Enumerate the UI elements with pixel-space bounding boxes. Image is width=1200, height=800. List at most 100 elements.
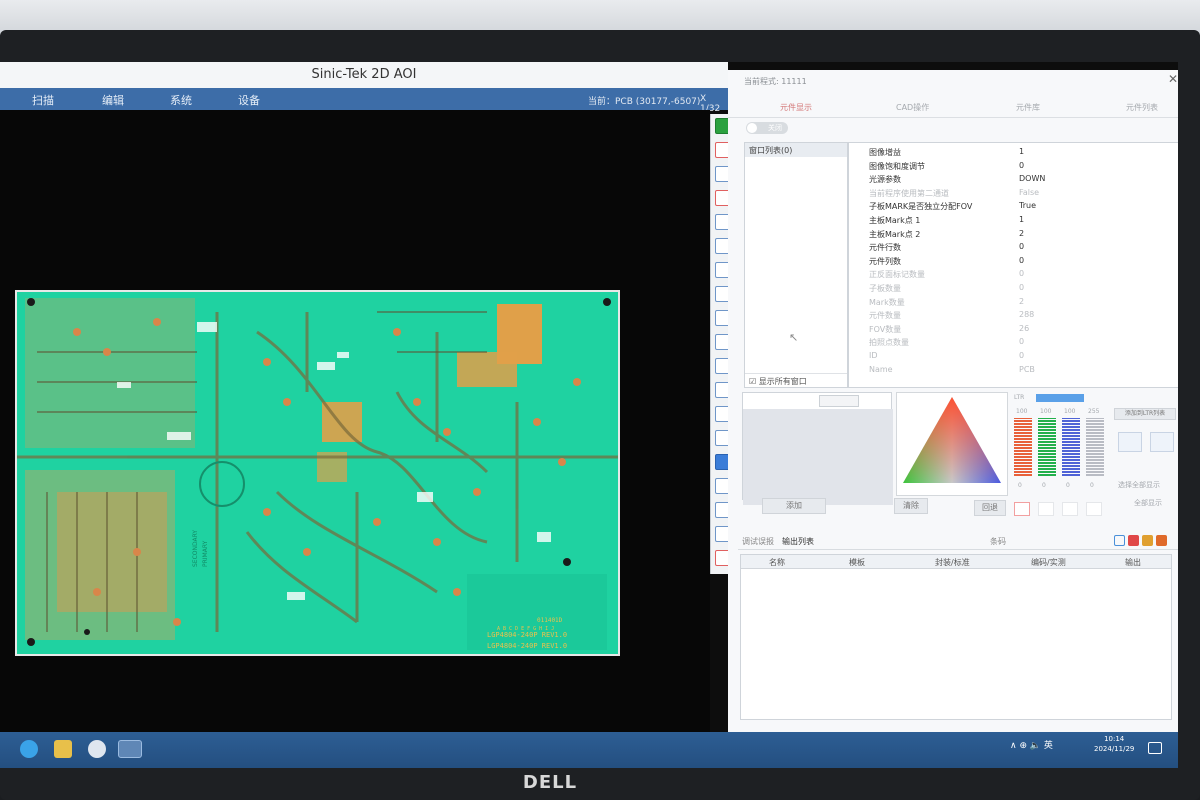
menu-device[interactable]: 设备: [238, 92, 260, 108]
menu-bar: 扫描 编辑 系统 设备 当前：PCB (30177,-6507) X 1/32: [0, 88, 728, 114]
tab-component-list[interactable]: 元件列表: [1126, 102, 1158, 113]
taskbar-clock[interactable]: 10:14 2024/11/29: [1094, 734, 1134, 754]
preview-area: [743, 409, 893, 505]
scale-green: 100: [1040, 408, 1052, 415]
window-title: Sinic-Tek 2D AOI: [0, 62, 728, 88]
property-row[interactable]: Name PCB: [869, 365, 1169, 378]
property-key: 元件行数: [869, 243, 901, 253]
magnifier-icon[interactable]: [1150, 432, 1174, 452]
aoi-app-taskbar-icon[interactable]: [118, 740, 142, 758]
current-program-title: 当前程式: 11111: [744, 77, 807, 86]
property-row[interactable]: 拍照点数量 0: [869, 337, 1169, 350]
add-button[interactable]: 添加: [762, 498, 826, 514]
tab-debug-false-alarm[interactable]: 调试误报: [742, 536, 774, 547]
histogram-bar-gray[interactable]: [1086, 418, 1104, 476]
property-row[interactable]: 当前程序使用第二通道 False: [869, 188, 1169, 201]
property-row[interactable]: 光源参数 DOWN: [869, 174, 1169, 187]
property-row[interactable]: FOV数量 26: [869, 324, 1169, 337]
bottom-blue: 0: [1066, 482, 1070, 489]
color-triangle-box[interactable]: [896, 392, 1008, 496]
property-value: 0: [1019, 160, 1025, 170]
tab-component-display[interactable]: 元件显示: [780, 102, 812, 113]
col-code: 编码/实测: [1031, 558, 1066, 567]
menu-system[interactable]: 系统: [170, 92, 192, 108]
notification-icon[interactable]: [1148, 742, 1162, 754]
property-value: 0: [1019, 283, 1025, 292]
property-key: 子板数量: [869, 284, 901, 293]
add-to-ltr-button[interactable]: 添加到LTR列表: [1114, 408, 1176, 420]
property-key: Mark数量: [869, 297, 905, 307]
property-key: 光源参数: [869, 175, 901, 185]
property-key: 主板Mark点 1: [869, 216, 921, 225]
property-key: Name: [869, 364, 893, 374]
barcode-label: 条码: [990, 537, 1006, 546]
property-key: ID: [869, 351, 878, 360]
remote-app-icon[interactable]: [88, 740, 106, 758]
tab-library[interactable]: 元件库: [1016, 102, 1040, 113]
edge-browser-icon[interactable]: [20, 740, 38, 758]
property-row[interactable]: 主板Mark点 1 1: [869, 215, 1169, 228]
image-viewer[interactable]: LGP4804-240P REV1.0 LGP4804-240P REV1.0 …: [0, 110, 710, 732]
property-value: 0: [1019, 337, 1025, 347]
color-button-4[interactable]: [1086, 502, 1102, 516]
property-row[interactable]: 图像增益 1: [869, 147, 1169, 160]
col-template: 模板: [849, 558, 865, 567]
menu-scan[interactable]: 扫描: [32, 92, 54, 108]
property-row[interactable]: 元件数量 288: [869, 310, 1169, 323]
color-button-1[interactable]: [1014, 502, 1030, 516]
scale-red: 100: [1016, 408, 1028, 415]
histogram-bar-blue[interactable]: [1062, 418, 1080, 476]
property-value: PCB: [1019, 364, 1035, 374]
tab-output-list[interactable]: 输出列表: [782, 536, 814, 547]
display-toggle[interactable]: 关闭: [746, 122, 788, 134]
property-row[interactable]: 子板MARK是否独立分配FOV True: [869, 201, 1169, 214]
log-action-icons: [1114, 535, 1170, 548]
select-all-display-option[interactable]: 选择全部显示: [1118, 480, 1160, 490]
property-row[interactable]: 元件行数 0: [869, 242, 1169, 255]
back-button[interactable]: 回退: [974, 500, 1006, 516]
property-key: 主板Mark点 2: [869, 229, 921, 239]
user-icon[interactable]: [1156, 535, 1167, 546]
panel-tabs: 元件显示 CAD操作 元件库 元件列表: [728, 96, 1178, 118]
property-grid[interactable]: 图像增益 1 图像饱和度调节 0 光源参数 DOWN 当前程序使用第二通道 False 子板MA…: [848, 142, 1178, 388]
property-row[interactable]: Mark数量 2: [869, 297, 1169, 310]
pcb-marking-primary: PRIMARY: [202, 540, 209, 567]
property-value: True: [1019, 201, 1036, 211]
bottom-red: 0: [1018, 482, 1022, 489]
tab-cad[interactable]: CAD操作: [896, 102, 929, 113]
property-row[interactable]: 元件列数 0: [869, 256, 1169, 269]
clear-button[interactable]: 清除: [894, 498, 928, 514]
property-row[interactable]: 正反面标记数量 0: [869, 269, 1169, 282]
monitor-screen: Sinic-Tek 2D AOI 扫描 编辑 系统 设备 当前：PCB (301…: [0, 62, 1178, 768]
close-icon[interactable]: ✕: [1168, 72, 1178, 86]
preview-select[interactable]: [819, 395, 859, 407]
color-button-2[interactable]: [1038, 502, 1054, 516]
property-value: 2: [1019, 228, 1025, 238]
pen-tool-icon[interactable]: [1118, 432, 1142, 452]
col-output: 输出: [1125, 558, 1141, 567]
histogram-bar-red[interactable]: [1014, 418, 1032, 476]
property-row[interactable]: 子板数量 0: [869, 283, 1169, 296]
output-table[interactable]: 名称 模板 封装/标准 编码/实测 输出: [740, 554, 1172, 720]
menu-edit[interactable]: 编辑: [102, 92, 124, 108]
color-button-3[interactable]: [1062, 502, 1078, 516]
folder-icon[interactable]: [1142, 535, 1153, 546]
file-explorer-icon[interactable]: [54, 740, 72, 758]
property-row[interactable]: 主板Mark点 2 2: [869, 229, 1169, 242]
property-row[interactable]: ID 0: [869, 351, 1169, 364]
pcb-label-2: LGP4804-240P REV1.0: [487, 642, 567, 650]
all-display-option[interactable]: 全部显示: [1134, 498, 1162, 508]
histogram-bar-green[interactable]: [1038, 418, 1056, 476]
system-tray[interactable]: ∧ ⊕ 🔈 英: [1010, 738, 1053, 751]
property-row[interactable]: 图像饱和度调节 0: [869, 161, 1169, 174]
property-key: 拍照点数量: [869, 338, 909, 348]
ltr-slider[interactable]: [1036, 394, 1084, 402]
refresh-icon[interactable]: [1114, 535, 1125, 546]
close-log-icon[interactable]: [1128, 535, 1139, 546]
pcb-image[interactable]: LGP4804-240P REV1.0 LGP4804-240P REV1.0 …: [15, 290, 620, 656]
property-key: 图像增益: [869, 148, 901, 157]
col-package: 封装/标准: [935, 558, 970, 567]
show-all-windows-checkbox[interactable]: ☑ 显示所有窗口: [745, 373, 847, 387]
bottom-green: 0: [1042, 482, 1046, 489]
window-list[interactable]: 窗口列表(0) ↖ ☑ 显示所有窗口: [744, 142, 848, 388]
